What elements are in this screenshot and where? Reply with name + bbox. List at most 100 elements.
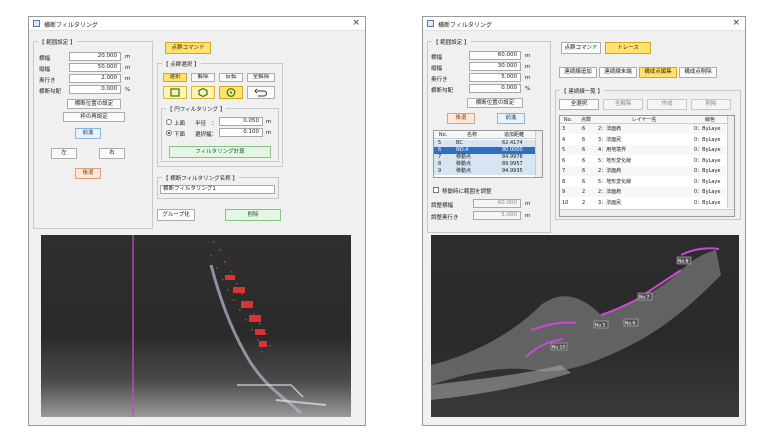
cell-no: 9 [562, 189, 566, 195]
filter-run-button[interactable]: フィルタリング計算 [169, 146, 271, 158]
length-unit: m [525, 64, 531, 70]
length-field[interactable]: 30.000 [469, 62, 521, 71]
station-set-button[interactable]: 横断位置の設定 [67, 99, 121, 109]
deselect-button[interactable]: 解除 [191, 73, 215, 82]
point-command-button[interactable]: 点群コマンド [165, 42, 211, 54]
close-icon[interactable]: × [732, 18, 740, 28]
col-header-distance[interactable]: 追加距離 [492, 131, 536, 139]
polygon-select-icon[interactable] [191, 86, 215, 99]
radio-top[interactable] [166, 119, 172, 125]
slope-field[interactable]: 0.000 [469, 84, 521, 93]
adj-width-label: 調整横幅 [431, 203, 454, 209]
stations-table[interactable]: No. 名称 追加距離 5 BC 62.4174 6 NO.4 80.0000 … [433, 130, 543, 178]
circle-filter-label: 【 円フィルタリング 】 [166, 105, 227, 113]
add-polyline-button[interactable]: 連続線追加 [559, 67, 597, 78]
select-all-button[interactable]: 全選択 [559, 99, 599, 110]
cell-color: 0：ByLaye [694, 178, 721, 185]
table-scrollbar[interactable] [535, 131, 542, 177]
width-field[interactable]: 60.000 [469, 51, 521, 60]
cell-no: 9 [438, 168, 442, 174]
cell-no: 8 [562, 178, 566, 185]
right-point-cloud-view[interactable]: No.8 No.7 No.6 No.5 No.10 [431, 235, 739, 417]
depth-field[interactable]: 5.000 [469, 73, 521, 82]
col-header-no[interactable]: No. [434, 131, 452, 139]
table-row[interactable]: 8 移動点 89.9957 [434, 161, 536, 168]
clear-all-button[interactable]: 全解除 [247, 73, 275, 82]
point-command-button[interactable]: 点群コマンド [561, 42, 601, 54]
col-header-layer[interactable]: レイヤー名 [596, 116, 692, 124]
table-row[interactable]: 6 6 5：地形変化線 0：ByLaye [560, 156, 726, 166]
invert-button[interactable]: 反転 [219, 73, 243, 82]
table-row[interactable]: 7 6 2：法面肩 0：ByLaye [560, 166, 726, 176]
cell-color: 0：ByLaye [694, 136, 721, 143]
delete-button[interactable]: 削除 [691, 99, 731, 110]
close-icon[interactable]: × [352, 18, 360, 28]
table-row[interactable]: 9 移動点 94.9935 [434, 168, 536, 175]
col-header-color[interactable]: 線色 [692, 116, 728, 124]
cell-no: 3 [562, 126, 566, 132]
col-header-count[interactable]: 点数 [576, 116, 596, 124]
select-button[interactable]: 選択 [163, 73, 187, 82]
cell-layer: 5：地形変化線 [598, 178, 632, 185]
radio-bottom[interactable] [166, 130, 172, 136]
create-button[interactable]: 作成 [647, 99, 687, 110]
select-width-field[interactable]: 0.100 [219, 128, 263, 137]
adj-depth-unit: m [525, 213, 531, 219]
col-header-name[interactable]: 名称 [452, 131, 492, 139]
forward-button[interactable]: 前進 [75, 128, 101, 139]
depth-field[interactable]: 2.000 [69, 74, 121, 83]
right-button[interactable]: 右 [99, 148, 125, 159]
cell-distance: 62.4174 [502, 140, 523, 146]
table-row[interactable]: 8 6 5：地形変化線 0：ByLaye [560, 177, 726, 187]
table-row[interactable]: 5 BC 62.4174 [434, 140, 536, 147]
slope-field[interactable]: 0.000 [69, 85, 121, 94]
left-point-cloud-view[interactable] [41, 235, 351, 417]
back-button[interactable]: 後退 [447, 113, 475, 124]
lasso-select-icon[interactable] [219, 86, 243, 99]
width-field[interactable]: 20.000 [69, 52, 121, 61]
adj-width-field[interactable]: 60.000 [473, 199, 521, 208]
slope-unit: % [525, 86, 531, 92]
left-button[interactable]: 左 [51, 148, 77, 159]
table-row[interactable]: 7 移動点 84.9978 [434, 154, 536, 161]
move-adjust-checkbox[interactable] [433, 187, 439, 193]
filter-name-label: 【 横断フィルタリング名称 】 [162, 174, 239, 182]
left-point-cloud-svg [132, 235, 327, 417]
cell-no: 6 [438, 147, 442, 153]
cell-name: NO.4 [456, 147, 469, 153]
cell-color: 0：ByLaye [694, 199, 721, 206]
station-set-button[interactable]: 横断位置の設定 [467, 98, 523, 108]
col-header-no[interactable]: No. [560, 116, 576, 124]
station-label-no7: No.7 [639, 295, 649, 301]
length-field[interactable]: 50.000 [69, 63, 121, 72]
adj-depth-field[interactable]: 5.000 [473, 211, 521, 220]
depth-label: 奥行き [39, 78, 56, 84]
cell-layer: 2：法面肩 [598, 126, 622, 132]
table-row[interactable]: 4 6 3：法面尻 0：ByLaye [560, 135, 726, 145]
rect-select-icon[interactable] [163, 86, 187, 99]
deselect-all-button[interactable]: 全解除 [603, 99, 643, 110]
undo-icon[interactable] [247, 86, 275, 99]
forward-button[interactable]: 前進 [497, 113, 525, 124]
table-row[interactable]: 3 6 2：法面肩 0：ByLaye [560, 124, 726, 134]
edit-vertices-button[interactable]: 構成点編集 [639, 67, 677, 78]
cell-layer: 5：地形変化線 [598, 157, 632, 164]
group-button[interactable]: グループ化 [157, 209, 195, 221]
cell-distance: 80.0000 [502, 147, 523, 153]
table-hscrollbar[interactable] [560, 209, 734, 216]
table-row[interactable]: 5 6 4：用地境界 0：ByLaye [560, 145, 726, 155]
table-row[interactable]: 10 2 3：法面尻 0：ByLaye [560, 198, 726, 208]
polyline-end-button[interactable]: 連続線末端 [599, 67, 637, 78]
table-row-selected[interactable]: 6 NO.4 80.0000 [434, 147, 536, 154]
filter-name-field[interactable]: 横断フィルタリング1 [160, 185, 275, 194]
cell-layer: 2：法面肩 [598, 189, 622, 195]
delete-button[interactable]: 削除 [225, 209, 281, 221]
delete-vertices-button[interactable]: 構成点削除 [679, 67, 717, 78]
table-row[interactable]: 9 2 2：法面肩 0：ByLaye [560, 187, 726, 197]
table-vscrollbar[interactable] [727, 116, 734, 208]
cell-name: 移動点 [456, 168, 472, 174]
trace-button[interactable]: トレース [605, 42, 651, 54]
back-button[interactable]: 後退 [75, 168, 101, 179]
frame-reset-button[interactable]: 枠の再設定 [63, 112, 125, 122]
radius-field[interactable]: 0.050 [219, 117, 263, 126]
